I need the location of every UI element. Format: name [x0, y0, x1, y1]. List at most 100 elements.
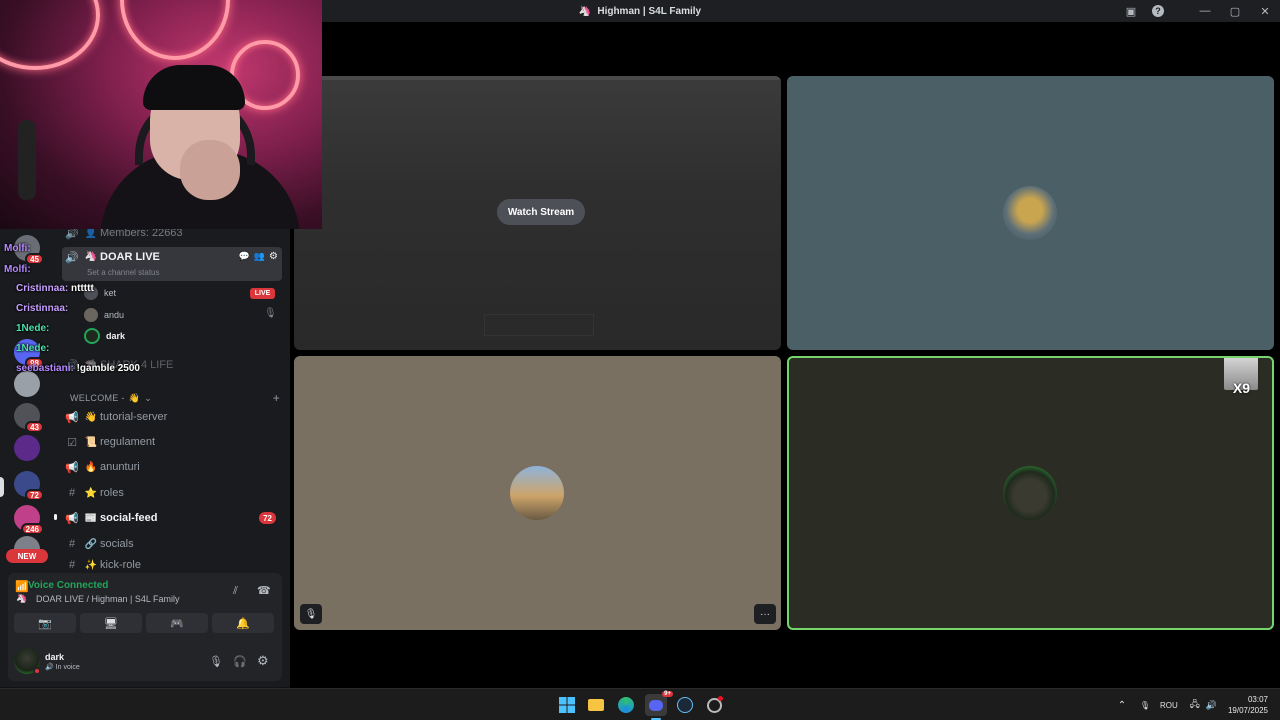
channel-emoji-icon: 📜: [84, 436, 98, 448]
channel-tutorial-server[interactable]: 📢 👋 tutorial-server: [62, 406, 282, 428]
neon-sign: [120, 0, 230, 60]
voice-location[interactable]: DOAR LIVE / Highman | S4L Family: [36, 594, 180, 604]
chat-user: 1Nede:: [16, 343, 50, 354]
windows-start-icon[interactable]: [557, 695, 577, 715]
camera-off-icon: 📷: [38, 617, 52, 630]
server-icon: 🦄: [16, 593, 28, 603]
channel-emoji-icon: ✨: [84, 559, 98, 571]
participant-tile-3[interactable]: X9: [787, 356, 1274, 630]
minimize-icon[interactable]: —: [1190, 0, 1220, 22]
headphones-icon[interactable]: 🎧: [233, 655, 247, 668]
activity-button[interactable]: 🎮: [146, 613, 208, 633]
voice-user-name: ket: [104, 288, 117, 298]
server-selected-indicator: [0, 477, 4, 497]
noise-suppression-icon[interactable]: ⫽: [233, 585, 238, 598]
discord-notification-badge: 9+: [662, 691, 673, 697]
chat-user: seebastiani:: [16, 363, 74, 374]
steam-icon[interactable]: [675, 695, 695, 715]
microphone-arm: [18, 120, 36, 200]
soundboard-icon: 🔔: [236, 617, 250, 630]
chat-text: !gamble 2500: [76, 363, 140, 374]
channel-kick-role[interactable]: # ✨ kick-role: [62, 558, 282, 572]
chevron-up-icon[interactable]: ⌃: [1114, 700, 1130, 711]
window-title: 🦄 Highman | S4L Family: [579, 6, 701, 17]
invite-icon[interactable]: 👥: [254, 251, 265, 262]
file-explorer-icon[interactable]: [586, 695, 606, 715]
clock[interactable]: 03:07 19/07/2025: [1228, 694, 1268, 716]
voice-user-andu[interactable]: andu: [84, 306, 124, 324]
server-icon-6[interactable]: 72: [14, 471, 44, 501]
chat-icon[interactable]: 💬: [239, 251, 250, 262]
speaker-icon: 🔊: [65, 252, 79, 264]
stream-tile[interactable]: Watch Stream: [294, 76, 781, 350]
server-icon-3[interactable]: [14, 371, 40, 397]
chevron-down-icon: ⌄: [144, 392, 153, 403]
settings-icon[interactable]: ⚙: [269, 251, 278, 262]
microphone-tray-icon[interactable]: 🎙: [1134, 701, 1156, 710]
category-name: WELCOME -: [70, 393, 125, 403]
server-rail: 45 98 43 72 246 NEW: [0, 229, 56, 569]
channel-emoji-icon: 🦄: [84, 251, 98, 262]
participant-avatar-2: [510, 466, 564, 520]
channel-name: kick-role: [100, 559, 141, 571]
disconnect-icon[interactable]: ☎: [257, 584, 271, 597]
camera-button[interactable]: 📷: [14, 613, 76, 633]
screen-share-icon: 🖥: [104, 617, 118, 630]
channel-socials[interactable]: # 🔗 socials: [62, 533, 282, 555]
voice-status[interactable]: Voice Connected: [28, 580, 108, 591]
channel-anunturi[interactable]: 📢 🔥 anunturi: [62, 456, 282, 478]
maximize-icon[interactable]: ▢: [1220, 0, 1250, 22]
server-badge-7: 246: [20, 523, 44, 535]
webcam-overlay: [0, 0, 322, 229]
user-settings-icon[interactable]: ⚙: [257, 653, 269, 669]
discord-icon[interactable]: 9+: [645, 691, 673, 716]
speaker-icon: 🔊: [45, 664, 54, 671]
volume-icon[interactable]: 🔊: [1206, 700, 1217, 711]
voice-user-dark[interactable]: dark: [84, 327, 125, 345]
soundboard-button[interactable]: 🔔: [212, 613, 274, 633]
channel-status[interactable]: Set a channel status: [87, 268, 160, 277]
help-icon[interactable]: ?: [1146, 0, 1170, 22]
network-icon[interactable]: 🖧: [1190, 697, 1200, 713]
microphone-icon[interactable]: 🎙: [209, 655, 223, 668]
participant-tile-1[interactable]: [787, 76, 1274, 350]
live-badge: LIVE: [250, 288, 275, 299]
channel-emoji-icon: 🔥: [84, 461, 98, 473]
channel-roles[interactable]: # ⭐ roles: [62, 482, 282, 504]
edge-icon[interactable]: [616, 695, 636, 715]
chat-message: Cristinnaa: nttttt: [16, 283, 94, 294]
gamepad-icon: 🎮: [170, 617, 184, 630]
server-badge-6: 72: [25, 489, 44, 501]
channel-type-icon: #: [68, 559, 76, 571]
server-icon-7[interactable]: 246: [14, 505, 44, 535]
channel-name: social-feed: [100, 512, 158, 524]
category-emoji: 👋: [128, 392, 141, 403]
chat-user: Cristinnaa:: [16, 303, 69, 314]
muted-mic-icon[interactable]: 🎙: [300, 604, 322, 624]
avatar: [84, 328, 100, 344]
watch-stream-button[interactable]: Watch Stream: [497, 199, 585, 225]
channel-type-icon: 📢: [65, 512, 79, 525]
add-channel-icon[interactable]: +: [273, 391, 280, 405]
neon-sign: [0, 0, 100, 70]
server-icon-4[interactable]: 43: [14, 403, 44, 433]
channel-regulament[interactable]: ☑ 📜 regulament: [62, 431, 282, 453]
voice-stage: Watch Stream 🎙 ··· X9: [290, 22, 1280, 688]
user-name[interactable]: dark: [45, 652, 64, 662]
language-indicator[interactable]: ROU: [1160, 701, 1178, 710]
channel-emoji-icon: 🔗: [84, 538, 98, 550]
more-options-button[interactable]: ···: [754, 604, 776, 624]
chat-message: Cristinnaa:: [16, 303, 68, 314]
inbox-icon[interactable]: ▣: [1116, 0, 1146, 22]
participant-tile-2[interactable]: 🎙 ···: [294, 356, 781, 630]
server-badge-4: 43: [25, 421, 44, 433]
channel-emoji-icon: 📰: [84, 512, 98, 524]
game-bar-icon[interactable]: [704, 695, 724, 715]
chat-message: 1Nede:: [16, 343, 49, 354]
close-icon[interactable]: ✕: [1250, 0, 1280, 22]
server-icon-5[interactable]: [14, 435, 40, 461]
channel-emoji-icon: 👋: [84, 411, 98, 423]
category-welcome[interactable]: WELCOME - 👋 ⌄ +: [70, 391, 280, 405]
channel-social-feed[interactable]: 📢 📰 social-feed 72: [62, 507, 282, 529]
screen-share-button[interactable]: 🖥: [80, 613, 142, 633]
